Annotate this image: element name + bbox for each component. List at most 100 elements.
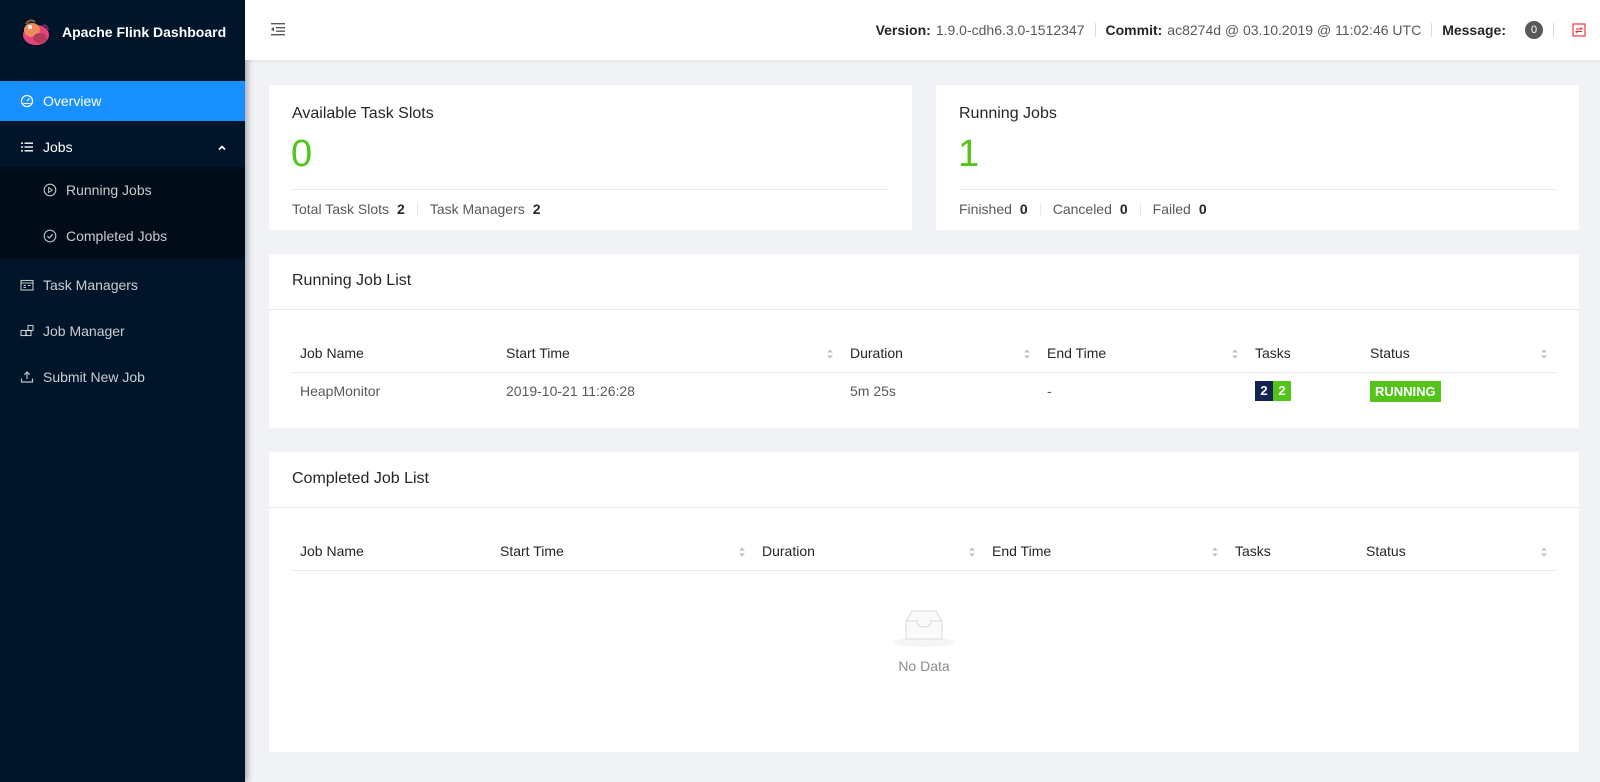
divider [292, 189, 889, 190]
completed-job-list-card: Completed Job List Job Name Start Time D… [269, 452, 1579, 752]
column-label: End Time [992, 542, 1052, 559]
header-info: Version: 1.9.0-cdh6.3.0-1512347 Commit: … [876, 0, 1586, 60]
sort-icon[interactable] [1023, 347, 1031, 359]
check-circle-icon [43, 229, 57, 243]
empty-text: No Data [898, 658, 950, 674]
finished-label: Finished [959, 201, 1012, 217]
message-count-badge[interactable]: 0 [1525, 21, 1543, 39]
divider [1039, 202, 1041, 216]
sidebar-item-job-manager[interactable]: Job Manager [0, 311, 245, 351]
app-title: Apache Flink Dashboard [62, 24, 227, 40]
column-header-duration[interactable]: Duration [754, 532, 984, 571]
sort-icon[interactable] [826, 347, 834, 359]
column-header-status[interactable]: Status [1362, 334, 1556, 373]
flink-squirrel-logo [20, 16, 52, 48]
top-header: Version: 1.9.0-cdh6.3.0-1512347 Commit: … [245, 0, 1600, 60]
tasks-total-count: 2 [1255, 381, 1273, 402]
column-label: Tasks [1255, 344, 1291, 361]
sidebar-menu: Overview Jobs Running Jobs Completed Job… [0, 81, 245, 397]
total-slots-value: 2 [397, 201, 405, 217]
sort-icon[interactable] [1231, 347, 1239, 359]
sort-icon[interactable] [1211, 545, 1219, 557]
canceled-label: Canceled [1052, 201, 1112, 217]
column-header-start-time[interactable]: Start Time [498, 334, 842, 373]
empty-inbox-icon [892, 610, 956, 652]
card-title: Completed Job List [292, 470, 429, 487]
sidebar: Apache Flink Dashboard Overview Jobs Run… [0, 0, 245, 782]
jobs-submenu: Running Jobs Completed Jobs [0, 167, 245, 259]
divider [1139, 202, 1141, 216]
sidebar-item-overview[interactable]: Overview [0, 81, 245, 121]
sidebar-item-label: Overview [43, 93, 102, 109]
column-label: Tasks [1235, 542, 1271, 559]
sidebar-item-completed-jobs[interactable]: Completed Jobs [0, 213, 245, 259]
failed-label: Failed [1152, 201, 1191, 217]
sidebar-item-running-jobs[interactable]: Running Jobs [0, 167, 245, 213]
column-header-job-name[interactable]: Job Name [292, 532, 492, 571]
empty-state: No Data [269, 607, 1579, 674]
disconnect-icon[interactable] [1572, 23, 1586, 37]
task-managers-label: Task Managers [429, 201, 525, 217]
sidebar-item-label: Task Managers [43, 277, 138, 293]
sort-icon[interactable] [1540, 545, 1548, 557]
divider [1431, 23, 1433, 37]
status-badge: RUNNING [1370, 380, 1441, 402]
version-value: 1.9.0-cdh6.3.0-1512347 [935, 22, 1085, 38]
sort-icon[interactable] [738, 545, 746, 557]
sidebar-item-label: Submit New Job [43, 369, 145, 385]
start-time-cell: 2019-10-21 11:26:28 [506, 383, 635, 400]
column-label: Job Name [300, 542, 364, 559]
divider [1094, 23, 1096, 37]
sidebar-item-label: Job Manager [43, 323, 125, 339]
sidebar-item-jobs[interactable]: Jobs [0, 127, 245, 167]
sort-icon[interactable] [968, 545, 976, 557]
canceled-value: 0 [1119, 201, 1128, 217]
column-header-duration[interactable]: Duration [842, 334, 1039, 373]
available-slots-value: 0 [291, 133, 313, 175]
menu-fold-icon[interactable] [269, 20, 287, 41]
tasks-badge: 2 2 [1255, 381, 1291, 402]
column-header-end-time[interactable]: End Time [984, 532, 1227, 571]
sidebar-item-label: Jobs [43, 139, 73, 155]
unordered-list-icon [20, 140, 34, 154]
table-header-row: Job Name Start Time Duration End Time Ta… [292, 532, 1556, 571]
status-cell: RUNNING [1362, 372, 1556, 410]
column-label: End Time [1047, 344, 1107, 361]
sort-icon[interactable] [1540, 347, 1548, 359]
column-header-job-name[interactable]: Job Name [292, 334, 498, 373]
tasks-cell: 2 2 [1247, 372, 1362, 410]
play-circle-icon [43, 183, 57, 197]
commit-label: Commit: [1105, 22, 1163, 38]
column-label: Start Time [500, 542, 564, 559]
column-header-status[interactable]: Status [1358, 532, 1556, 571]
card-footer: Total Task Slots 2 Task Managers 2 [292, 201, 541, 217]
end-time-cell: - [1047, 383, 1052, 400]
column-header-tasks: Tasks [1227, 532, 1358, 571]
divider [959, 189, 1556, 190]
divider [1553, 23, 1554, 37]
sidebar-item-task-managers[interactable]: Task Managers [0, 265, 245, 305]
job-name-cell[interactable]: HeapMonitor [292, 372, 498, 410]
message-label[interactable]: Message: [1442, 22, 1506, 38]
column-label: Start Time [506, 344, 570, 361]
table-header-row: Job Name Start Time Duration End Time Ta… [292, 334, 1556, 373]
finished-value: 0 [1019, 201, 1028, 217]
column-label: Duration [850, 344, 903, 361]
sidebar-item-submit-new-job[interactable]: Submit New Job [0, 357, 245, 397]
version-label: Version: [875, 22, 931, 38]
completed-jobs-table: Job Name Start Time Duration End Time Ta… [292, 532, 1556, 571]
chevron-up-icon [217, 140, 227, 156]
logo[interactable]: Apache Flink Dashboard [0, 0, 245, 64]
divider [416, 202, 418, 216]
card-footer: Finished 0 Canceled 0 Failed 0 [959, 201, 1207, 217]
column-header-tasks: Tasks [1247, 334, 1362, 373]
card-title: Running Jobs [959, 105, 1057, 122]
card-title: Running Job List [292, 272, 412, 289]
table-row[interactable]: HeapMonitor 2019-10-21 11:26:28 5m 25s -… [292, 372, 1556, 410]
column-header-end-time[interactable]: End Time [1039, 334, 1247, 373]
column-header-start-time[interactable]: Start Time [492, 532, 754, 571]
available-task-slots-card: Available Task Slots 0 Total Task Slots … [269, 85, 912, 230]
running-jobs-card: Running Jobs 1 Finished 0 Canceled 0 Fai… [936, 85, 1579, 230]
build-icon [20, 324, 34, 338]
upload-icon [20, 370, 34, 384]
